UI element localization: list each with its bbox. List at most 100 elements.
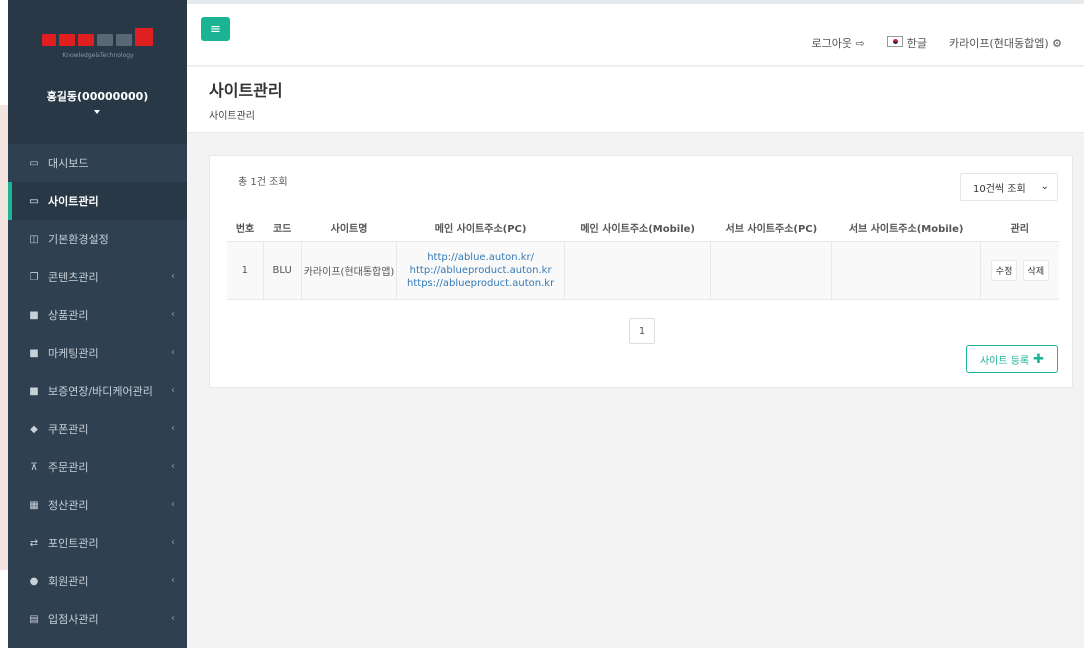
column-header: 서브 사이트주소(Mobile): [831, 214, 981, 242]
chevron-left-icon: ‹: [171, 309, 175, 320]
chevron-left-icon: ‹: [171, 499, 175, 510]
caret-down-icon[interactable]: [94, 110, 100, 114]
archive-icon: ■: [29, 347, 39, 359]
cell-sub-mobile: [831, 240, 981, 300]
hamburger-menu-button[interactable]: ≡: [201, 17, 230, 41]
edit-button[interactable]: 수정: [990, 259, 1018, 281]
site-selector[interactable]: 카라이프(현대동합엡) ⚙: [949, 35, 1062, 51]
sidebar-item-vendors[interactable]: ▤ 입점사관리 ‹: [8, 600, 187, 638]
chevron-left-icon: ‹: [171, 461, 175, 472]
language-label: 한글: [906, 37, 927, 50]
url-link[interactable]: http://ablue.auton.kr/: [397, 251, 564, 264]
column-header: 사이트명: [301, 214, 397, 242]
sidebar-item-dashboard[interactable]: ▭ 대시보드: [8, 144, 187, 182]
column-header: 메인 사이트주소(Mobile): [564, 214, 711, 242]
sidebar-item-orders[interactable]: ⊼ 주문관리 ‹: [8, 448, 187, 486]
tag-icon: ◆: [30, 423, 38, 435]
column-header: 번호: [227, 214, 264, 242]
result-count: 총 1건 조회: [238, 177, 288, 188]
sidebar-item-label: 상품관리: [48, 309, 89, 322]
chevron-down-icon: ⌄: [1040, 181, 1049, 192]
delete-button[interactable]: 삭제: [1022, 259, 1050, 281]
logo-block: [116, 34, 132, 46]
sidebar-item-label: 주문관리: [48, 461, 89, 474]
sidebar-item-content[interactable]: ❐ 콘텐츠관리 ‹: [8, 258, 187, 296]
column-header: 서브 사이트주소(PC): [710, 214, 832, 242]
chevron-left-icon: ‹: [171, 575, 175, 586]
register-site-button[interactable]: 사이트 등록 ✚: [966, 345, 1058, 373]
chevron-left-icon: ‹: [171, 537, 175, 548]
breadcrumb: 사이트관리: [209, 111, 255, 122]
profile-area: Knowledge&Technology 홍길동(00000000): [8, 0, 187, 144]
brand-logo: Knowledge&Technology: [38, 26, 158, 62]
sidebar-item-label: 입점사관리: [48, 613, 99, 626]
page-title: 사이트관리: [209, 81, 283, 100]
cell-actions: 수정 삭제: [979, 240, 1059, 300]
sidebar-item-warranty[interactable]: ■ 보증연장/바디케어관리 ‹: [8, 372, 187, 410]
left-edge-strip: [0, 0, 8, 648]
plus-icon: ✚: [1033, 351, 1045, 367]
logo-tagline: Knowledge&Technology: [62, 52, 134, 59]
cell-main-pc: http://ablue.auton.kr/ http://ablueprodu…: [396, 240, 565, 300]
sidebar-item-products[interactable]: ■ 상품관리 ‹: [8, 296, 187, 334]
sidebar-item-label: 정산관리: [48, 499, 89, 512]
register-label: 사이트 등록: [979, 355, 1030, 367]
language-selector[interactable]: 한글: [886, 35, 927, 51]
logo-block: [97, 34, 113, 46]
column-header: 메인 사이트주소(PC): [396, 214, 565, 242]
site-table: 번호 코드 사이트명 메인 사이트주소(PC) 메인 사이트주소(Mobile)…: [227, 214, 1059, 300]
sidebar-item-label: 콘텐츠관리: [48, 271, 99, 284]
chevron-left-icon: ‹: [171, 271, 175, 282]
top-right-links: 로그아웃 ⇨ 한글 카라이프(현대동합엡) ⚙: [812, 35, 1062, 51]
logo-block: [59, 34, 75, 46]
table-row: 1 BLU 카라이프(현대통합앱) http://ablue.auton.kr/…: [227, 240, 1059, 300]
cart-icon: ⊼: [30, 461, 38, 473]
column-header: 코드: [263, 214, 302, 242]
logo-block: [42, 34, 56, 46]
sidebar-item-label: 쿠폰관리: [48, 423, 89, 436]
archive-icon: ■: [29, 309, 39, 321]
exchange-icon: ⇄: [29, 537, 39, 549]
sidebar-item-label: 사이트관리: [48, 195, 99, 208]
sidebar-item-points[interactable]: ⇄ 포인트관리 ‹: [8, 524, 187, 562]
table-header-row: 번호 코드 사이트명 메인 사이트주소(PC) 메인 사이트주소(Mobile)…: [227, 214, 1059, 242]
chevron-left-icon: ‹: [171, 613, 175, 624]
page-size-value: 10건씩 조회: [973, 183, 1026, 195]
pagination-page-1[interactable]: 1: [629, 318, 655, 344]
sidebar-item-label: 마케팅관리: [48, 347, 99, 360]
sidebar-item-basic-settings[interactable]: ◫ 기본환경설정: [8, 220, 187, 258]
logout-link[interactable]: 로그아웃 ⇨: [812, 35, 865, 51]
sidebar: Knowledge&Technology 홍길동(00000000) ▭ 대시보…: [8, 0, 187, 648]
profile-name[interactable]: 홍길동(00000000): [8, 88, 187, 104]
logo-block: [135, 28, 153, 46]
page-size-select[interactable]: 10건씩 조회 ⌄: [960, 173, 1058, 201]
sidebar-item-label: 기본환경설정: [48, 233, 109, 246]
url-link[interactable]: https://ablueproduct.auton.kr: [397, 277, 564, 290]
chevron-left-icon: ‹: [171, 347, 175, 358]
gear-icon: ⚙: [1052, 37, 1062, 50]
sidebar-item-coupons[interactable]: ◆ 쿠폰관리 ‹: [8, 410, 187, 448]
sidebar-item-label: 보증연장/바디케어관리: [48, 385, 153, 398]
files-icon: ❐: [29, 271, 39, 283]
url-link[interactable]: http://ablueproduct.auton.kr: [397, 264, 564, 277]
top-navbar: ≡ 로그아웃 ⇨ 한글 카라이프(현대동합엡) ⚙: [187, 0, 1084, 66]
sidebar-item-label: 회원관리: [48, 575, 89, 588]
sidebar-item-settlement[interactable]: ▦ 정산관리 ‹: [8, 486, 187, 524]
user-icon: ●: [29, 575, 39, 587]
site-list-panel: 총 1건 조회 10건씩 조회 ⌄ 번호 코드 사이트명 메인 사이트주소(PC…: [209, 155, 1073, 388]
sidebar-item-members[interactable]: ● 회원관리 ‹: [8, 562, 187, 600]
left-edge-accent: [0, 105, 8, 570]
korean-flag-icon: [886, 36, 903, 47]
archive-icon: ■: [29, 385, 39, 397]
chevron-left-icon: ‹: [171, 423, 175, 434]
cell-site-name: 카라이프(현대통합앱): [300, 240, 397, 300]
calculator-icon: ▦: [29, 499, 39, 511]
logout-label: 로그아웃: [811, 37, 852, 50]
page-heading: 사이트관리 사이트관리: [187, 67, 1084, 133]
desktop-icon: ▭: [29, 157, 39, 169]
sidebar-item-site-management[interactable]: ▭ 사이트관리: [8, 182, 187, 220]
sign-out-icon: ⇨: [855, 37, 865, 50]
columns-icon: ◫: [29, 233, 39, 245]
cell-main-mobile: [563, 240, 711, 300]
sidebar-item-marketing[interactable]: ■ 마케팅관리 ‹: [8, 334, 187, 372]
